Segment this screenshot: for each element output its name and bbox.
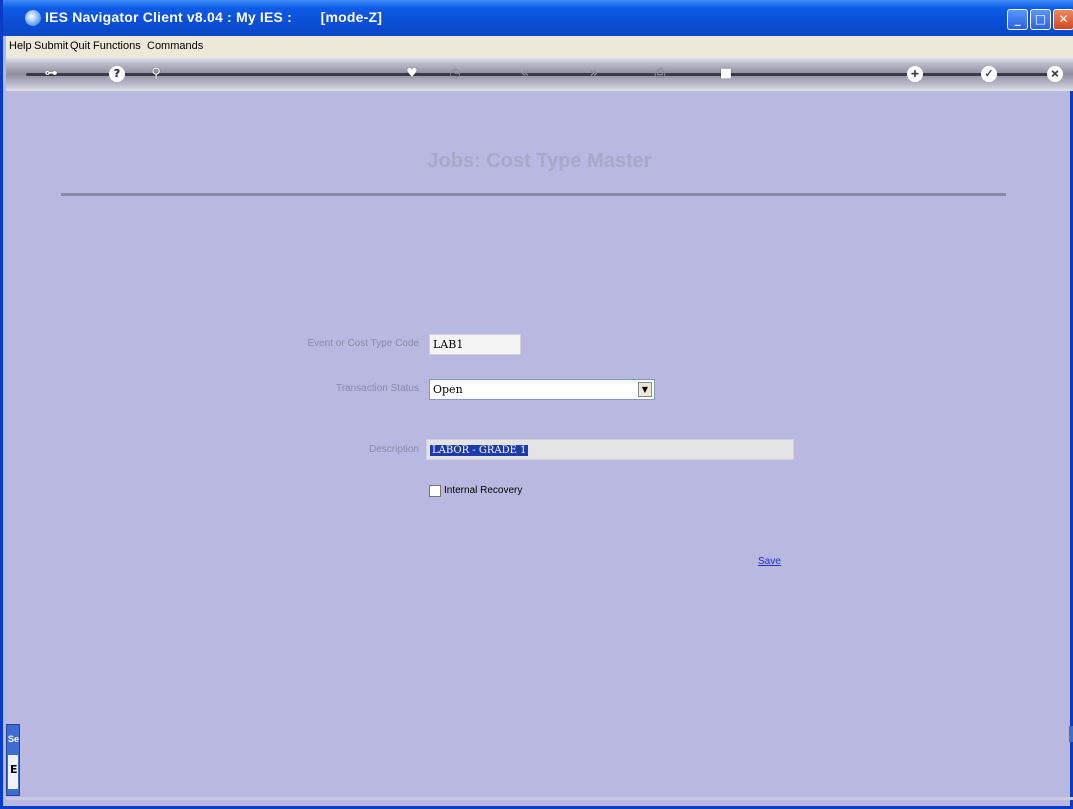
- menu-bar: Help Submit Quit Functions Commands: [6, 36, 1073, 57]
- window-title: IES Navigator Client v8.04 : My IES : [m…: [45, 9, 383, 25]
- page-title: Jobs: Cost Type Master: [427, 150, 652, 172]
- add-icon[interactable]: +: [907, 66, 923, 82]
- description-field[interactable]: LABOR - GRADE 1: [426, 439, 794, 460]
- previous-icon[interactable]: «: [517, 66, 533, 82]
- help-icon[interactable]: ?: [109, 66, 125, 82]
- status-label: Transaction Status: [335, 383, 419, 394]
- cost-type-code-value: LAB1: [433, 338, 464, 351]
- menu-commands[interactable]: Commands: [147, 40, 203, 52]
- application-window: IES Navigator Client v8.04 : My IES : [m…: [0, 0, 1073, 809]
- toolbar-rail: [26, 73, 1059, 76]
- app-globe-icon: [25, 10, 41, 26]
- title-bar[interactable]: IES Navigator Client v8.04 : My IES : [m…: [3, 0, 1073, 36]
- side-panel-tab[interactable]: Se E: [6, 724, 20, 796]
- code-label: Event or Cost Type Code: [307, 338, 419, 349]
- side-panel-char: E: [10, 763, 18, 776]
- next-icon[interactable]: »: [586, 66, 602, 82]
- key-icon[interactable]: ⊶: [38, 66, 64, 82]
- menu-quit[interactable]: Quit: [70, 40, 90, 52]
- clock-icon[interactable]: ◷: [447, 66, 463, 82]
- internal-recovery-checkbox[interactable]: [429, 485, 441, 497]
- transaction-status-value: Open: [433, 383, 463, 396]
- title-divider: [61, 193, 1006, 196]
- save-link[interactable]: Save: [758, 556, 781, 567]
- bottom-bar: [6, 797, 1073, 800]
- print-icon[interactable]: ⎙: [652, 66, 668, 82]
- close-icon[interactable]: ×: [1047, 66, 1063, 82]
- description-value: LABOR - GRADE 1: [430, 445, 529, 456]
- favorite-heart-icon[interactable]: ♥: [404, 66, 420, 82]
- close-window-button[interactable]: ✕: [1053, 9, 1073, 30]
- cost-type-code-field[interactable]: LAB1: [429, 334, 521, 355]
- side-panel-body: E: [8, 755, 18, 789]
- menu-submit[interactable]: Submit: [34, 40, 68, 52]
- transaction-status-select[interactable]: Open ▼: [429, 379, 655, 400]
- maximize-button[interactable]: □: [1030, 9, 1051, 30]
- search-icon[interactable]: ⚲: [148, 66, 164, 82]
- internal-recovery-label: Internal Recovery: [444, 485, 523, 496]
- confirm-icon[interactable]: ✓: [981, 66, 997, 82]
- right-panel-tab[interactable]: [1069, 726, 1073, 742]
- side-panel-label: Se: [8, 734, 20, 744]
- description-label: Description: [368, 444, 419, 455]
- menu-functions[interactable]: Functions: [93, 40, 141, 52]
- toolbar: ⊶ ? ⚲ ♥ ◷ « » ⎙ ■ + ✓ ×: [6, 57, 1073, 91]
- menu-help[interactable]: Help: [9, 40, 32, 52]
- chevron-down-icon[interactable]: ▼: [638, 382, 652, 397]
- stop-icon[interactable]: ■: [718, 66, 734, 82]
- minimize-button[interactable]: _: [1007, 9, 1028, 30]
